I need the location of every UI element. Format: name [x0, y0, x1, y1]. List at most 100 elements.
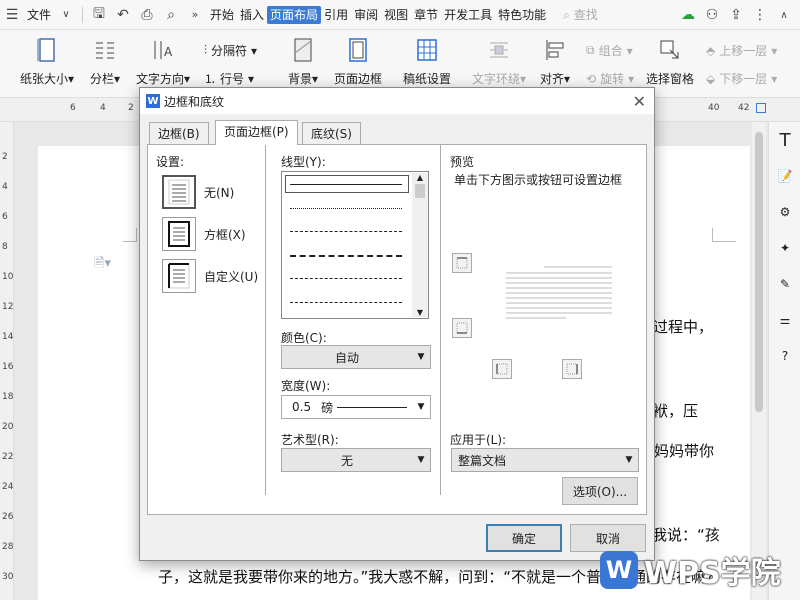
- art-dropdown[interactable]: 无 ▼: [281, 448, 431, 472]
- margin-mark: [712, 228, 736, 242]
- columns-button[interactable]: 分栏▾: [90, 36, 120, 87]
- line-style-dash-dot[interactable]: [290, 278, 402, 279]
- add-user-icon[interactable]: ⚇: [704, 7, 720, 23]
- text-direction-label: 文字方向: [136, 72, 185, 86]
- tab-page-border[interactable]: 页面边框(P): [215, 120, 298, 145]
- paragraph-icon[interactable]: 🗎▾: [94, 254, 111, 276]
- line-style-long-dash[interactable]: [290, 255, 402, 257]
- ruler-tick: 6: [2, 212, 8, 222]
- send-backward-button[interactable]: ⬙ 下移一层 ▾: [706, 70, 777, 87]
- line-style-dashed[interactable]: [290, 231, 402, 232]
- top-border-button[interactable]: [452, 253, 472, 273]
- paper-size-label: 纸张大小: [20, 72, 69, 86]
- close-icon[interactable]: ✕: [633, 92, 646, 111]
- document-text: 我说：“孩: [652, 526, 720, 544]
- preview-hint: 单击下方图示或按钮可设置边框: [454, 173, 623, 187]
- menu-tab-5[interactable]: 视图: [381, 6, 411, 24]
- ruler-tick: 40: [708, 103, 720, 113]
- width-dropdown[interactable]: 0.5 磅 ▼: [281, 395, 431, 419]
- share-icon[interactable]: ⇪: [728, 7, 744, 23]
- undo-icon[interactable]: ↶: [115, 7, 131, 23]
- line-style-list[interactable]: ▲ ▼: [281, 171, 429, 319]
- setting-box[interactable]: 方框(X): [162, 217, 246, 251]
- page-border-button[interactable]: 页面边框: [334, 36, 382, 87]
- separator-button[interactable]: ⫶ 分隔符 ▾: [204, 42, 257, 59]
- color-dropdown[interactable]: 自动 ▼: [281, 345, 431, 369]
- scroll-up-icon[interactable]: ▲: [412, 173, 428, 182]
- paper-size-button[interactable]: 纸张大小▾: [20, 36, 74, 87]
- scroll-down-icon[interactable]: ▼: [412, 308, 428, 317]
- setting-custom[interactable]: 自定义(U): [162, 259, 258, 293]
- bottom-border-button[interactable]: [452, 318, 472, 338]
- align-button[interactable]: 对齐▾: [540, 36, 570, 87]
- dialog-title-bar[interactable]: W 边框和底纹: [140, 88, 654, 114]
- scrollbar-thumb[interactable]: [415, 184, 425, 198]
- search-box[interactable]: ⌕ 查找: [563, 6, 598, 23]
- cloud-sync-icon[interactable]: ☁: [680, 7, 696, 23]
- menu-tab-2[interactable]: 页面布局: [267, 5, 322, 24]
- paper-size-icon: [33, 36, 61, 64]
- document-edit-icon[interactable]: 📝: [769, 158, 800, 194]
- collapse-ribbon-icon[interactable]: ∧: [776, 7, 792, 23]
- selection-pane-button[interactable]: 选择窗格: [646, 36, 694, 87]
- menu-tab-3[interactable]: 引用: [321, 6, 351, 24]
- settings-label: 设置:: [156, 155, 185, 169]
- dialog-title: 边框和底纹: [164, 94, 225, 109]
- print-icon[interactable]: ⎙: [139, 7, 155, 23]
- menu-tab-4[interactable]: 审阅: [351, 6, 381, 24]
- save-icon[interactable]: 🖫: [91, 6, 107, 23]
- vertical-scrollbar[interactable]: [752, 122, 766, 600]
- text-wrap-button[interactable]: 文字环绕▾: [472, 36, 526, 87]
- tab-shading[interactable]: 底纹(S): [302, 122, 361, 144]
- chevron-down-icon[interactable]: ∨: [58, 7, 74, 23]
- line-number-button[interactable]: ⒈ 行号 ▾: [204, 70, 254, 87]
- setting-none[interactable]: 无(N): [162, 175, 234, 209]
- width-value: 0.5: [292, 400, 312, 414]
- selection-pane-label: 选择窗格: [646, 72, 695, 86]
- apply-to-label: 应用于(L):: [450, 433, 507, 447]
- left-border-button[interactable]: [492, 359, 512, 379]
- more-options-icon[interactable]: ⋮: [752, 7, 768, 23]
- menu-tab-6[interactable]: 章节: [411, 6, 441, 24]
- manuscript-icon: [413, 36, 441, 64]
- options-button[interactable]: 选项(O)...: [562, 477, 638, 505]
- menu-tab-0[interactable]: 开始: [207, 6, 237, 24]
- ok-button[interactable]: 确定: [486, 524, 562, 552]
- line-number-label: 行号: [220, 72, 245, 86]
- line-style-scrollbar[interactable]: ▲ ▼: [412, 173, 428, 317]
- rotate-button[interactable]: ⟲ 旋转 ▾: [586, 70, 634, 87]
- tab-borders[interactable]: 边框(B): [149, 122, 209, 144]
- group-button[interactable]: ⧉ 组合 ▾: [586, 42, 633, 59]
- more-icon[interactable]: »: [187, 7, 203, 23]
- right-side-panel: T 📝 ⚙ ✦ ✎ ⚌ ?: [768, 122, 800, 600]
- shape-icon[interactable]: ✦: [769, 230, 800, 266]
- color-value: 自动: [334, 350, 359, 365]
- document-text: 妈妈带你: [654, 442, 715, 460]
- menu-tab-8[interactable]: 特色功能: [495, 6, 549, 24]
- menu-tab-1[interactable]: 插入: [237, 6, 267, 24]
- right-border-button[interactable]: [562, 359, 582, 379]
- line-style-solid[interactable]: [290, 184, 402, 185]
- menu-icon[interactable]: ☰: [4, 7, 20, 23]
- menu-tab-7[interactable]: 开发工具: [441, 6, 495, 24]
- text-tool-icon[interactable]: T: [769, 122, 800, 158]
- scrollbar-thumb[interactable]: [755, 132, 763, 412]
- pen-icon[interactable]: ✎: [769, 266, 800, 302]
- file-menu[interactable]: 文件: [24, 6, 54, 24]
- line-style-dotted[interactable]: [290, 208, 402, 209]
- apply-to-dropdown[interactable]: 整篇文档 ▼: [451, 448, 639, 472]
- print-preview-icon[interactable]: ⌕: [163, 7, 179, 23]
- manuscript-button[interactable]: 稿纸设置: [403, 36, 451, 87]
- adjust-icon[interactable]: ⚌: [769, 302, 800, 338]
- bring-forward-button[interactable]: ⬘ 上移一层 ▾: [706, 42, 777, 59]
- ruler-toggle-icon[interactable]: [756, 103, 766, 113]
- help-icon[interactable]: ?: [769, 338, 800, 374]
- vertical-ruler[interactable]: 2 4 6 8 10 12 14 16 18 20 22 24 26 28 30: [0, 122, 14, 600]
- document-settings-icon[interactable]: ⚙: [769, 194, 800, 230]
- line-style-dash-dot-dot[interactable]: [290, 302, 402, 303]
- text-direction-button[interactable]: A 文字方向▾: [136, 36, 190, 87]
- background-button[interactable]: 背景▾: [288, 36, 318, 87]
- separator-label: 分隔符: [211, 44, 248, 58]
- dropdown-arrow-icon: ▼: [417, 402, 425, 412]
- line-style-label: 线型(Y):: [281, 155, 326, 169]
